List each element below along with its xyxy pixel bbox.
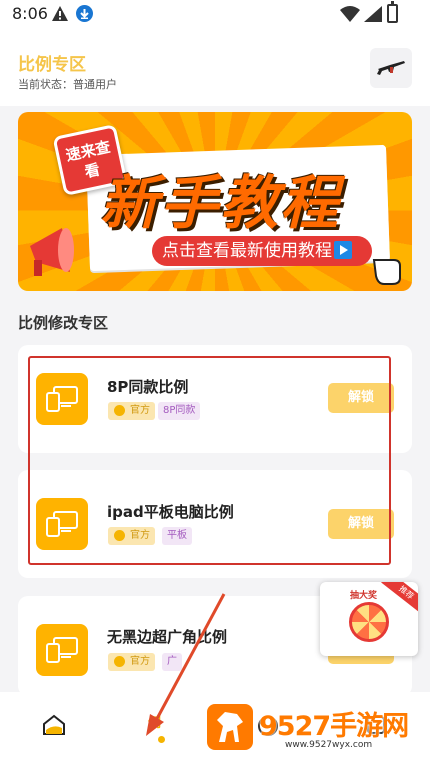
rifle-icon [377,61,405,75]
tag-official: 官方 [108,527,155,545]
signal-icon [364,6,382,22]
megaphone-icon [30,228,74,276]
banner-cta: 点击查看最新使用教程 [152,236,372,266]
play-icon [334,241,352,259]
status-bar: 8:06 [0,0,430,30]
status-time: 8:06 [12,4,48,23]
battery-icon [387,1,398,23]
lottery-widget[interactable]: 推荐 抽大奖 [320,582,418,656]
item-title: ipad平板电脑比例 [107,503,234,521]
app-header: 比例专区 当前状态：普通用户 [0,30,430,106]
tutorial-banner[interactable]: 速来查看 新手教程 点击查看最新使用教程 [18,112,412,291]
promo-ribbon: 推荐 [381,582,418,615]
rifle-button[interactable] [370,48,412,88]
banner-headline: 新手教程 [100,169,341,237]
wifi-icon [340,6,360,22]
list-item: 8P同款比例 官方 8P同款 解锁 [18,345,412,453]
watermark-url: www.9527wyx.com [285,740,373,750]
warning-icon [52,6,68,21]
prize-wheel-icon [349,602,389,642]
list-item: ipad平板电脑比例 官方 平板 解锁 [18,470,412,578]
page-title: 比例专区 [18,55,86,75]
unlock-button[interactable]: 解锁 [328,509,394,539]
unlock-button[interactable]: 解锁 [328,383,394,413]
watermark: 9527手游网 www.9527wyx.com [207,702,409,754]
download-icon [76,5,93,22]
tag-category: 平板 [162,527,192,545]
banner-cta-text: 点击查看最新使用教程 [162,241,332,261]
device-icon [36,624,88,676]
home-icon[interactable] [42,714,66,736]
item-title: 8P同款比例 [107,378,189,396]
tag-official: 官方 [108,402,155,420]
horse-logo-icon [207,704,253,750]
section-title: 比例修改专区 [18,314,109,332]
watermark-text: 9527手游网 [259,711,409,742]
promo-label: 抽大奖 [350,591,378,601]
pointing-hand-icon [372,259,401,285]
device-icon [36,373,88,425]
tag-category: 8P同款 [158,402,201,420]
user-status: 当前状态：普通用户 [18,78,117,91]
device-icon [36,498,88,550]
